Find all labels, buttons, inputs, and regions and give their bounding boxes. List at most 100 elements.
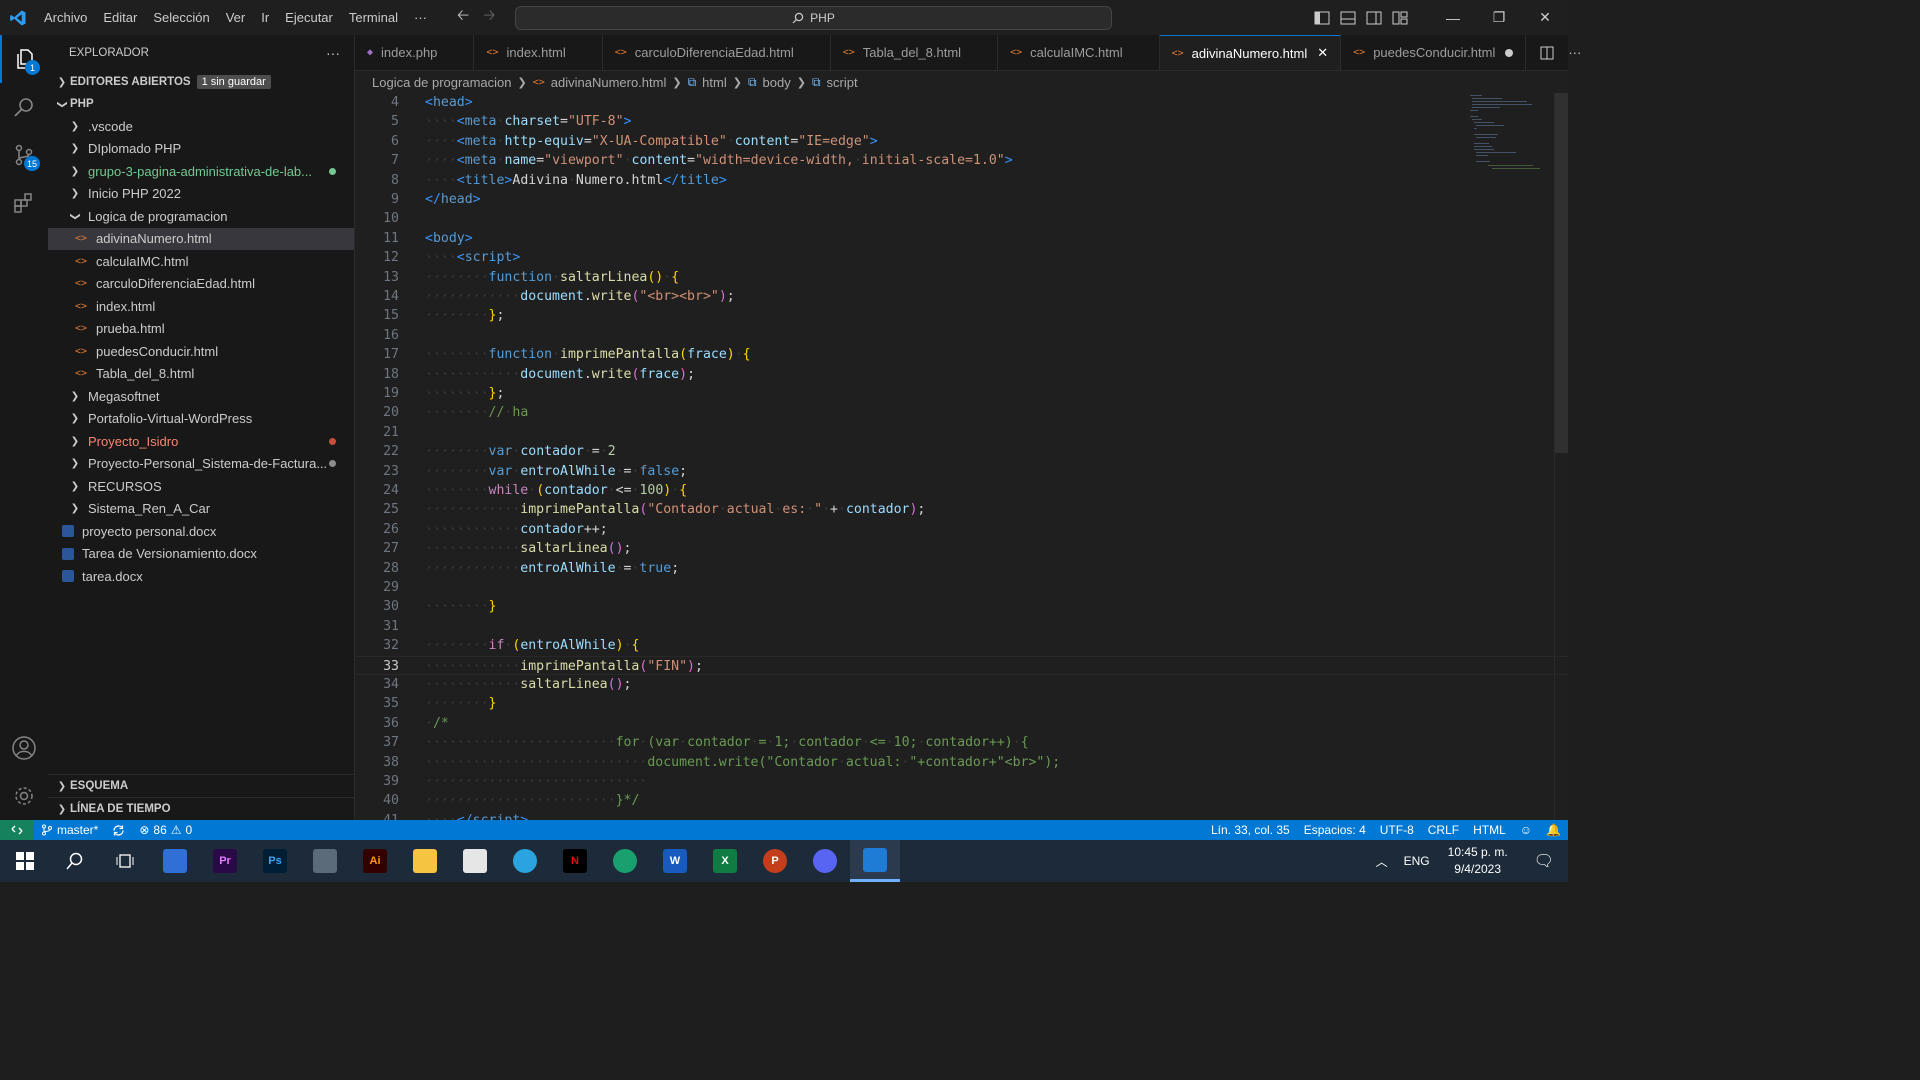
folder-item[interactable]: ❯ Megasoftnet	[48, 385, 354, 408]
code-line[interactable]: 13 ········function·saltarLinea()·{	[355, 268, 1568, 287]
powerpoint-icon[interactable]: P	[750, 840, 800, 882]
code-line[interactable]: 11 <body>	[355, 229, 1568, 248]
folder-item[interactable]: ❯ Portafolio-Virtual-WordPress	[48, 408, 354, 431]
customize-layout-icon[interactable]	[1392, 11, 1408, 25]
file-item[interactable]: tarea.docx	[48, 565, 354, 588]
search-activity[interactable]	[0, 83, 48, 131]
clock[interactable]: 10:45 p. m. 9/4/2023	[1436, 844, 1520, 878]
file-item[interactable]: <> prueba.html	[48, 318, 354, 341]
open-editors-section[interactable]: ❯ EDITORES ABIERTOS 1 sin guardar	[48, 71, 354, 93]
tab-index-php[interactable]: ◆ index.php	[355, 35, 475, 70]
netflix-icon[interactable]: N	[550, 840, 600, 882]
code-line[interactable]: 24 ········while·(contador·<=·100)·{	[355, 481, 1568, 500]
folder-item[interactable]: ❯ Sistema_Ren_A_Car	[48, 498, 354, 521]
code-line[interactable]: 8 ····<title>Adivina·Numero.html</title>	[355, 171, 1568, 190]
more-actions-icon[interactable]: ···	[326, 45, 340, 61]
code-line[interactable]: 39 ····························	[355, 772, 1568, 791]
code-line[interactable]: 28 ············entroAlWhile·=·true;	[355, 559, 1568, 578]
tab-index-html[interactable]: <> index.html	[474, 35, 603, 70]
toggle-secondary-sidebar-icon[interactable]	[1366, 11, 1382, 25]
restore-button[interactable]: ❐	[1476, 0, 1522, 35]
folder-item[interactable]: ❯ Logica de programacion	[48, 205, 354, 228]
code-line[interactable]: 12 ····<script>	[355, 248, 1568, 267]
code-line[interactable]: 31	[355, 617, 1568, 636]
calculator-icon[interactable]	[300, 840, 350, 882]
search-icon[interactable]	[50, 840, 100, 882]
discord-icon[interactable]	[800, 840, 850, 882]
folder-item[interactable]: ❯ DIplomado PHP	[48, 138, 354, 161]
excel-icon[interactable]: X	[700, 840, 750, 882]
problems-indicator[interactable]: ⊗ 86 ⚠ 0	[132, 823, 199, 837]
folder-item[interactable]: ❯ Inicio PHP 2022	[48, 183, 354, 206]
indentation[interactable]: Espacios: 4	[1297, 823, 1373, 837]
store-icon[interactable]	[450, 840, 500, 882]
cursor-position[interactable]: Lín. 33, col. 35	[1204, 823, 1297, 837]
breadcrumb-item[interactable]: script	[827, 75, 858, 90]
workspace-root[interactable]: ❯ PHP	[48, 93, 354, 115]
code-line[interactable]: 21	[355, 423, 1568, 442]
tab-puedesconducir-html[interactable]: <> puedesConducir.html	[1341, 35, 1527, 70]
menu-item-1[interactable]: Editar	[95, 0, 145, 35]
branch-indicator[interactable]: master*	[34, 823, 105, 837]
code-line[interactable]: 41 ····</script>	[355, 811, 1568, 820]
menu-item-0[interactable]: Archivo	[36, 0, 95, 35]
language-indicator[interactable]: ENG	[1398, 854, 1436, 868]
menu-item-3[interactable]: Ver	[218, 0, 254, 35]
extensions-activity[interactable]	[0, 179, 48, 227]
code-line[interactable]: 38 ····························document.w…	[355, 753, 1568, 772]
code-line[interactable]: 32 ········if·(entroAlWhile)·{	[355, 636, 1568, 655]
remote-indicator[interactable]	[0, 820, 34, 840]
menu-item-5[interactable]: Ejecutar	[277, 0, 341, 35]
code-line[interactable]: 40 ························}*/	[355, 791, 1568, 810]
menu-item-6[interactable]: Terminal	[341, 0, 406, 35]
folder-item[interactable]: ❯ Proyecto-Personal_Sistema-de-Factura...	[48, 453, 354, 476]
file-item[interactable]: <> calculaIMC.html	[48, 250, 354, 273]
code-line[interactable]: 35 ········}	[355, 694, 1568, 713]
feedback-icon[interactable]: ☺	[1513, 823, 1539, 837]
telegram-icon[interactable]	[500, 840, 550, 882]
tab-adivinanumero-html[interactable]: <> adivinaNumero.html ✕	[1159, 35, 1342, 70]
code-line[interactable]: 29	[355, 578, 1568, 597]
code-line[interactable]: 36 ·/*	[355, 714, 1568, 733]
menu-item-4[interactable]: Ir	[253, 0, 277, 35]
breadcrumb-item[interactable]: html	[702, 75, 727, 90]
edge-icon[interactable]	[600, 840, 650, 882]
tab-tabla-del-8-html[interactable]: <> Tabla_del_8.html	[831, 35, 999, 70]
close-window-button[interactable]: ✕	[1522, 0, 1568, 35]
file-item[interactable]: <> puedesConducir.html	[48, 340, 354, 363]
notifications-bell-icon[interactable]: 🔔	[1539, 823, 1568, 837]
code-line[interactable]: 25 ············imprimePantalla("Contador·…	[355, 500, 1568, 519]
forward-arrow-icon[interactable]: 🡢	[483, 5, 495, 30]
code-line[interactable]: 9 </head>	[355, 190, 1568, 209]
code-line[interactable]: 6 ····<meta·http-equiv="X-UA-Compatible"·…	[355, 132, 1568, 151]
code-line[interactable]: 30 ········}	[355, 597, 1568, 616]
manage-activity[interactable]	[0, 772, 48, 820]
code-line[interactable]: 27 ············saltarLinea();	[355, 539, 1568, 558]
tab-calculaimc-html[interactable]: <> calculaIMC.html	[998, 35, 1160, 70]
close-tab-icon[interactable]: ✕	[1317, 45, 1328, 61]
code-line[interactable]: 34 ············saltarLinea();	[355, 675, 1568, 694]
photoshop-icon[interactable]: Ps	[250, 840, 300, 882]
sync-button[interactable]	[105, 824, 132, 837]
outline-section[interactable]: ❯ ESQUEMA	[48, 774, 355, 797]
task-view-icon[interactable]	[100, 840, 150, 882]
vscode-icon[interactable]	[850, 840, 900, 882]
code-line[interactable]: 16	[355, 326, 1568, 345]
code-line[interactable]: 7 ····<meta·name="viewport"·content="widt…	[355, 151, 1568, 170]
premiere-icon[interactable]: Pr	[200, 840, 250, 882]
code-line[interactable]: 18 ············document.write(frace);	[355, 365, 1568, 384]
chevron-up-icon[interactable]: ︿	[1366, 853, 1398, 870]
toggle-sidebar-icon[interactable]	[1314, 11, 1330, 25]
accounts-activity[interactable]	[0, 724, 48, 772]
file-item[interactable]: Tarea de Versionamiento.docx	[48, 543, 354, 566]
encoding[interactable]: UTF-8	[1373, 823, 1421, 837]
code-line[interactable]: 26 ············contador++;	[355, 520, 1568, 539]
folder-item[interactable]: ❯ grupo-3-pagina-administrativa-de-lab...	[48, 160, 354, 183]
split-editor-icon[interactable]	[1540, 46, 1554, 60]
language-mode[interactable]: HTML	[1466, 823, 1513, 837]
folder-item[interactable]: ❯ .vscode	[48, 115, 354, 138]
file-item[interactable]: <> Tabla_del_8.html	[48, 363, 354, 386]
code-line[interactable]: 22 ········var·contador·=·2	[355, 442, 1568, 461]
unsaved-dot-icon[interactable]	[1505, 48, 1514, 57]
code-line[interactable]: 4 <head>	[355, 93, 1568, 112]
